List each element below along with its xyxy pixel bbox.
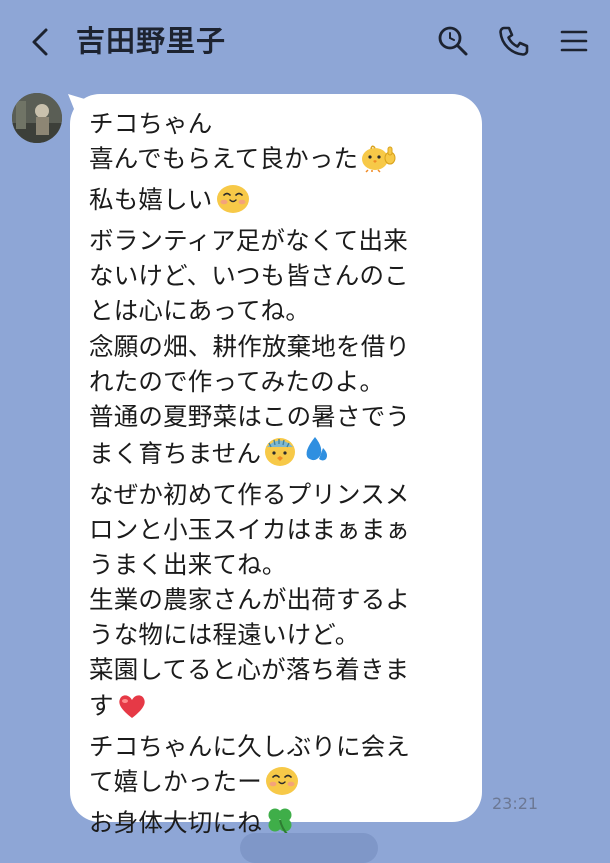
message-line-text: 私も嬉しい (89, 185, 213, 215)
message-line: ロンと小玉スイカはまぁまぁ (89, 512, 468, 547)
message-line: す (89, 688, 468, 729)
message-line: チコちゃん (89, 106, 468, 141)
message-line-text: チコちゃん (89, 109, 213, 138)
message-line-text: とは心にあってね。 (89, 296, 311, 326)
message-line-text: ボランティア足がなくて出来 (89, 226, 408, 256)
message-line: まく育ちません (89, 434, 468, 477)
sweating-face-emoji (263, 434, 335, 477)
message-line: れたので作ってみたのよ。 (89, 364, 468, 399)
message-line: 普通の夏野菜はこの暑さでう (89, 399, 468, 434)
message-line-text: 普通の夏野菜はこの暑さでう (89, 401, 411, 431)
chick-thumbs-up-emoji (360, 141, 398, 182)
avatar[interactable] (12, 93, 62, 143)
message-line: 喜んでもらえて良かった (89, 141, 468, 182)
message-line-text: 菜園してると心が落ち着きま (89, 655, 410, 685)
search-icon[interactable] (434, 22, 472, 60)
message-line: とは心にあってね。 (89, 293, 468, 328)
message-line: 菜園してると心が落ち着きま (89, 652, 468, 687)
message-line-text: チコちゃんに久しぶりに会え (89, 731, 411, 761)
message-line-text: まく育ちません (89, 438, 262, 468)
message-text: チコちゃん喜んでもらえて良かった 私も嬉しい ボランティア足がなくて出来 ないけど… (89, 106, 468, 846)
chevron-left-icon[interactable] (22, 22, 62, 62)
message-line: 念願の畑、耕作放棄地を借り (89, 329, 468, 364)
message-line: ボランティア足がなくて出来 (89, 223, 468, 258)
chat-title: 吉田野里子 (76, 24, 227, 58)
message-line-text: なぜか初めて作るプリンスメ (89, 479, 410, 509)
message-line: うな物には程遠いけど。 (89, 617, 468, 652)
avatar-photo-icon (12, 93, 62, 143)
message-line-text: 喜んでもらえて良かった (89, 144, 359, 174)
message-line: チコちゃんに久しぶりに会え (89, 729, 468, 764)
phone-icon[interactable] (495, 22, 533, 60)
message-line-text: て嬉しかったー (89, 766, 262, 796)
message-line: ないけど、いつも皆さんのこ (89, 258, 468, 293)
happy-face-emoji (264, 764, 300, 805)
happy-face-emoji (215, 182, 251, 223)
date-pill (240, 833, 378, 863)
message-line: て嬉しかったー (89, 764, 468, 805)
message-line: 私も嬉しい (89, 182, 468, 223)
message-line-text: 生業の農家さんが出荷するよ (89, 585, 411, 615)
message-line: うまく出来てね。 (89, 547, 468, 582)
chat-header: 吉田野里子 (0, 0, 610, 84)
message-line-text: うまく出来てね。 (89, 550, 287, 580)
message-line-text: うな物には程遠いけど。 (89, 620, 360, 650)
message-line-text: 念願の畑、耕作放棄地を借り (89, 331, 411, 361)
message-line: 生業の農家さんが出荷するよ (89, 582, 468, 617)
message-line-text: れたので作ってみたのよ。 (89, 366, 385, 396)
message-bubble[interactable]: チコちゃん喜んでもらえて良かった 私も嬉しい ボランティア足がなくて出来 ないけど… (70, 94, 482, 837)
message-time: 23:21 (492, 794, 539, 813)
red-heart-emoji (116, 692, 148, 729)
message-line-text: ロンと小玉スイカはまぁまぁ (89, 515, 411, 545)
message-line: なぜか初めて作るプリンスメ (89, 477, 468, 512)
message-line-text: す (89, 690, 114, 720)
message-line-text: お身体大切にね (89, 807, 262, 837)
menu-icon[interactable] (555, 22, 593, 60)
message-line-text: ないけど、いつも皆さんのこ (89, 261, 409, 291)
